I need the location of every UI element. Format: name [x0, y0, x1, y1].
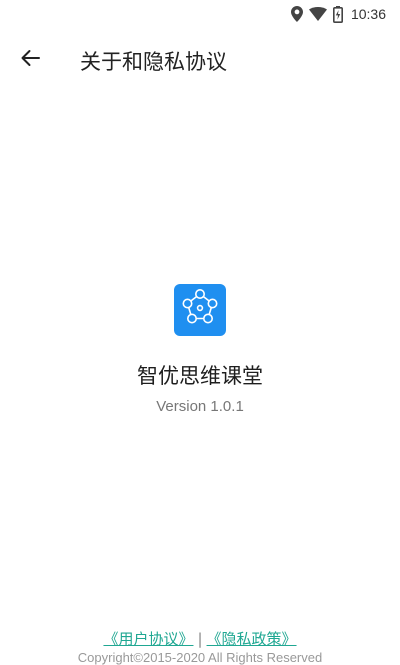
app-logo: [174, 284, 226, 336]
app-name: 智优思维课堂: [137, 364, 263, 388]
back-button[interactable]: [14, 44, 46, 76]
battery-icon: [332, 5, 343, 23]
status-icons: 10:36: [290, 4, 386, 24]
status-bar: 10:36: [0, 0, 400, 28]
page-title: 关于和隐私协议: [80, 50, 227, 74]
agreement-links: 《用户协议》 | 《隐私政策》: [0, 628, 400, 649]
link-separator: |: [197, 630, 203, 648]
app-version: Version 1.0.1: [156, 398, 244, 415]
app-bar: 关于和隐私协议: [0, 36, 400, 82]
pentagon-network-logo-icon: [177, 285, 223, 335]
copyright-text: Copyright©2015-2020 All Rights Reserved: [77, 650, 323, 665]
status-time: 10:36: [350, 6, 386, 22]
location-icon: [290, 6, 303, 22]
arrow-left-icon: [20, 49, 40, 71]
wifi-icon: [308, 7, 327, 21]
privacy-policy-link[interactable]: 《隐私政策》: [207, 630, 297, 648]
user-agreement-link[interactable]: 《用户协议》: [103, 630, 193, 648]
